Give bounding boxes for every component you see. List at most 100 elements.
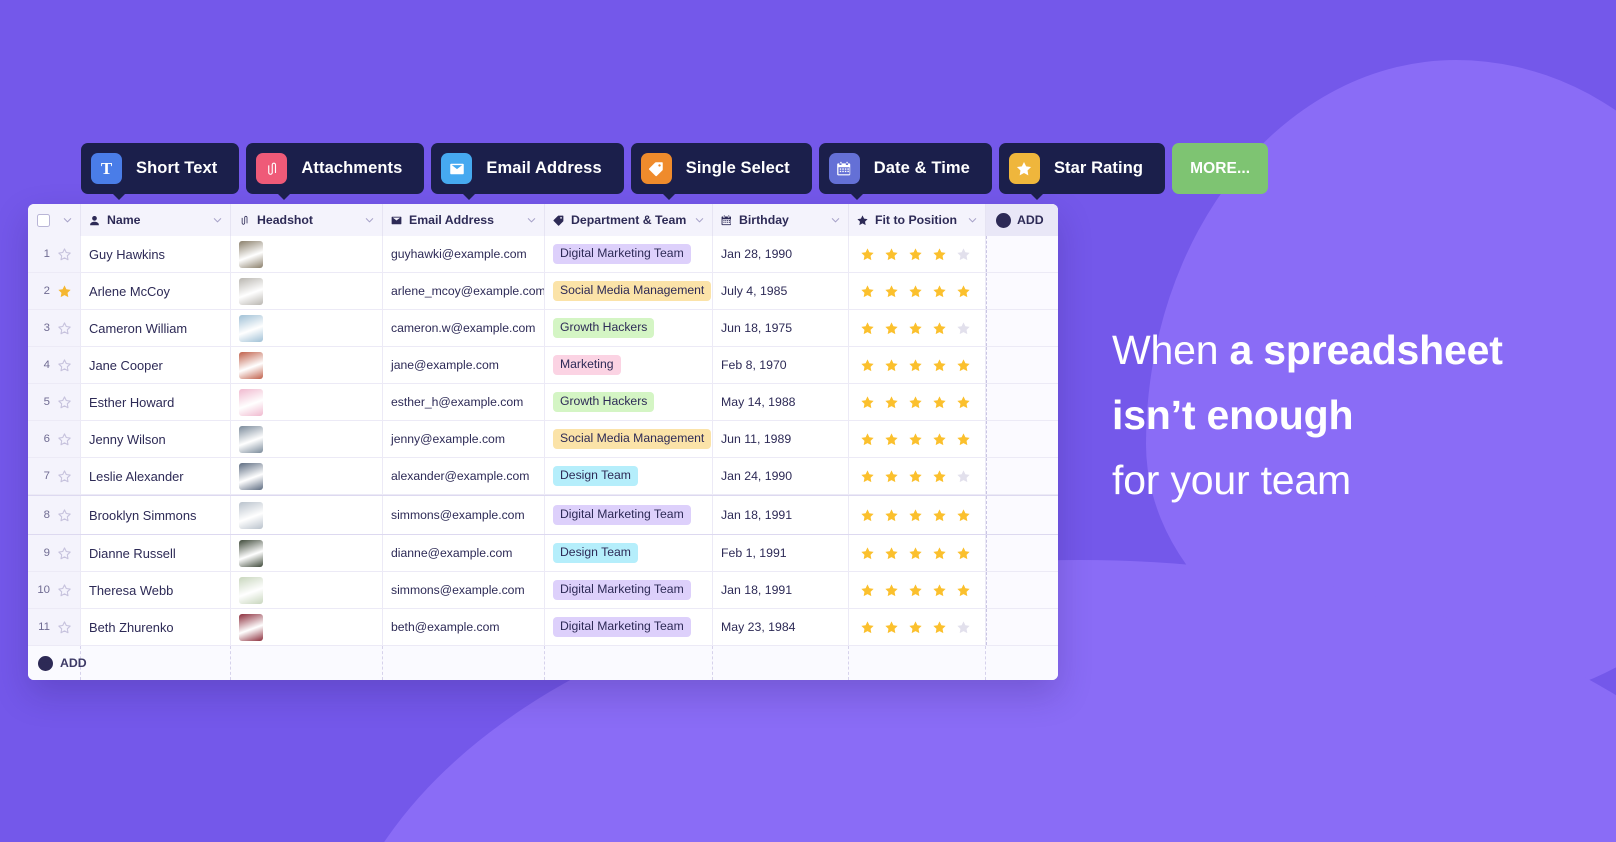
cell-fit-to-position[interactable] — [849, 496, 986, 534]
row-star-toggle[interactable] — [57, 358, 72, 373]
chevron-down-icon[interactable] — [967, 215, 978, 226]
cell-email[interactable]: guyhawki@example.com — [383, 236, 545, 272]
cell-email[interactable]: beth@example.com — [383, 609, 545, 645]
rating-star[interactable] — [884, 583, 899, 598]
row-number-cell[interactable]: 9 — [28, 535, 81, 571]
rating-star[interactable] — [860, 583, 875, 598]
cell-fit-to-position[interactable] — [849, 421, 986, 457]
column-header-dept[interactable]: Department & Team — [545, 204, 713, 236]
column-header-add[interactable]: ADD — [986, 204, 1058, 236]
cell-name[interactable]: Beth Zhurenko — [81, 609, 231, 645]
cell-birthday[interactable]: Jan 18, 1991 — [713, 572, 849, 608]
rating-star[interactable] — [932, 395, 947, 410]
cell-fit-to-position[interactable] — [849, 236, 986, 272]
cell-department[interactable]: Digital Marketing Team — [545, 572, 713, 608]
cell-add-placeholder[interactable] — [986, 310, 1058, 346]
table-row[interactable]: 7 Leslie Alexander alexander@example.com De… — [28, 458, 1058, 495]
row-number-cell[interactable]: 3 — [28, 310, 81, 346]
row-number-cell[interactable]: 7 — [28, 458, 81, 494]
cell-birthday[interactable]: Feb 1, 1991 — [713, 535, 849, 571]
cell-headshot[interactable] — [231, 236, 383, 272]
cell-add-placeholder[interactable] — [986, 347, 1058, 383]
rating-star[interactable] — [956, 284, 971, 299]
cell-department[interactable]: Social Media Management — [545, 421, 713, 457]
rating-star[interactable] — [932, 620, 947, 635]
rating-star[interactable] — [908, 620, 923, 635]
row-number-cell[interactable]: 10 — [28, 572, 81, 608]
rating-star[interactable] — [860, 284, 875, 299]
cell-name[interactable]: Theresa Webb — [81, 572, 231, 608]
field-type-tab-attachments[interactable]: Attachments — [246, 143, 425, 200]
cell-department[interactable]: Marketing — [545, 347, 713, 383]
cell-email[interactable]: cameron.w@example.com — [383, 310, 545, 346]
cell-birthday[interactable]: May 23, 1984 — [713, 609, 849, 645]
cell-department[interactable]: Growth Hackers — [545, 384, 713, 420]
row-number-cell[interactable]: 11 — [28, 609, 81, 645]
rating-star[interactable] — [884, 432, 899, 447]
rating-star[interactable] — [884, 321, 899, 336]
row-number-cell[interactable]: 2 — [28, 273, 81, 309]
rating-star[interactable] — [956, 432, 971, 447]
row-star-toggle[interactable] — [57, 546, 72, 561]
row-star-toggle[interactable] — [57, 583, 72, 598]
cell-fit-to-position[interactable] — [849, 347, 986, 383]
row-star-toggle[interactable] — [57, 284, 72, 299]
cell-birthday[interactable]: Feb 8, 1970 — [713, 347, 849, 383]
rating-star[interactable] — [956, 247, 971, 262]
rating-star[interactable] — [884, 469, 899, 484]
cell-department[interactable]: Design Team — [545, 535, 713, 571]
rating-star[interactable] — [932, 321, 947, 336]
rating-star[interactable] — [932, 432, 947, 447]
rating-star[interactable] — [860, 358, 875, 373]
cell-birthday[interactable]: Jan 18, 1991 — [713, 496, 849, 534]
cell-email[interactable]: simmons@example.com — [383, 572, 545, 608]
table-row[interactable]: 8 Brooklyn Simmons simmons@example.com Digi… — [28, 495, 1058, 535]
rating-star[interactable] — [956, 508, 971, 523]
field-type-more-button[interactable]: MORE... — [1172, 143, 1269, 194]
row-star-toggle[interactable] — [57, 620, 72, 635]
cell-headshot[interactable] — [231, 609, 383, 645]
field-type-tab-short-text[interactable]: T Short Text — [81, 143, 240, 200]
cell-fit-to-position[interactable] — [849, 535, 986, 571]
rating-star[interactable] — [908, 469, 923, 484]
rating-star[interactable] — [956, 620, 971, 635]
cell-add-placeholder[interactable] — [986, 572, 1058, 608]
table-footer-add-row[interactable]: ADD — [28, 646, 1058, 680]
rating-star[interactable] — [860, 395, 875, 410]
rating-star[interactable] — [908, 247, 923, 262]
rating-star[interactable] — [956, 395, 971, 410]
rating-star[interactable] — [956, 546, 971, 561]
rating-star[interactable] — [956, 358, 971, 373]
cell-headshot[interactable] — [231, 535, 383, 571]
rating-star[interactable] — [860, 546, 875, 561]
cell-headshot[interactable] — [231, 310, 383, 346]
table-row[interactable]: 9 Dianne Russell dianne@example.com Design … — [28, 535, 1058, 572]
field-type-tab-star-rating[interactable]: Star Rating — [998, 143, 1166, 200]
cell-fit-to-position[interactable] — [849, 572, 986, 608]
cell-name[interactable]: Leslie Alexander — [81, 458, 231, 494]
chevron-down-icon[interactable] — [830, 215, 841, 226]
table-row[interactable]: 3 Cameron William cameron.w@example.com Gro… — [28, 310, 1058, 347]
rating-star[interactable] — [932, 546, 947, 561]
rating-star[interactable] — [884, 395, 899, 410]
rating-star[interactable] — [860, 469, 875, 484]
cell-name[interactable]: Jenny Wilson — [81, 421, 231, 457]
column-header-birthday[interactable]: Birthday — [713, 204, 849, 236]
cell-fit-to-position[interactable] — [849, 310, 986, 346]
table-row[interactable]: 6 Jenny Wilson jenny@example.com Social Med… — [28, 421, 1058, 458]
cell-department[interactable]: Digital Marketing Team — [545, 609, 713, 645]
chevron-down-icon[interactable] — [364, 215, 375, 226]
cell-fit-to-position[interactable] — [849, 609, 986, 645]
cell-name[interactable]: Guy Hawkins — [81, 236, 231, 272]
row-star-toggle[interactable] — [57, 321, 72, 336]
cell-add-placeholder[interactable] — [986, 384, 1058, 420]
rating-star[interactable] — [860, 247, 875, 262]
cell-add-placeholder[interactable] — [986, 535, 1058, 571]
cell-headshot[interactable] — [231, 421, 383, 457]
cell-name[interactable]: Jane Cooper — [81, 347, 231, 383]
cell-birthday[interactable]: Jan 28, 1990 — [713, 236, 849, 272]
cell-name[interactable]: Cameron William — [81, 310, 231, 346]
cell-department[interactable]: Social Media Management — [545, 273, 713, 309]
cell-headshot[interactable] — [231, 572, 383, 608]
cell-email[interactable]: dianne@example.com — [383, 535, 545, 571]
